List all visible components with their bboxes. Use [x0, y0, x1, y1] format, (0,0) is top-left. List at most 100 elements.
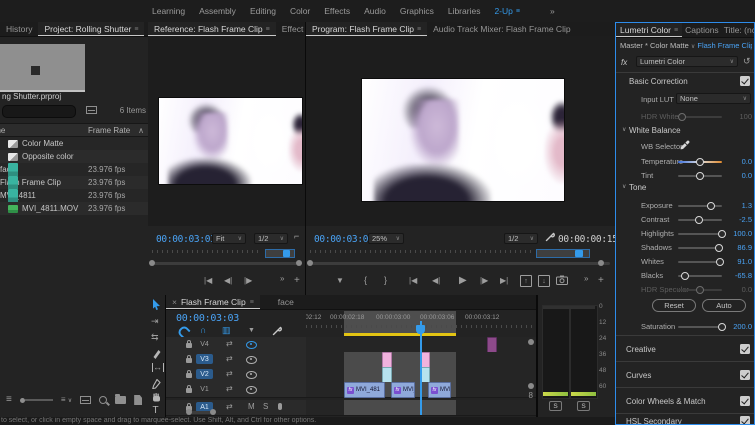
- input-lut-dropdown[interactable]: None∨: [676, 93, 751, 104]
- shadows-slider[interactable]: [678, 247, 722, 249]
- timeline-settings-icon[interactable]: ▥: [222, 326, 231, 335]
- project-search-input[interactable]: [2, 105, 76, 118]
- contrast-slider[interactable]: [678, 219, 722, 221]
- tab-title[interactable]: Title: (nc: [722, 23, 754, 37]
- add-marker-icon[interactable]: ▼: [248, 327, 255, 334]
- lift-button[interactable]: ↑: [520, 275, 532, 287]
- tab-sequence-flash-frame-clip[interactable]: × Flash Frame Clip ≡: [166, 295, 260, 309]
- collapse-caret-icon[interactable]: ∨: [622, 184, 626, 190]
- sync-lock-icon[interactable]: ⇄: [226, 370, 233, 378]
- workspace-tab-audio[interactable]: Audio: [364, 6, 386, 16]
- work-area-bar[interactable]: [344, 333, 456, 336]
- clip-v2-cyan-2[interactable]: [421, 367, 430, 383]
- hscroll-handle-left[interactable]: [186, 409, 192, 415]
- workspace-menu-icon[interactable]: ≡: [516, 8, 520, 15]
- panel-menu-icon[interactable]: ≡: [250, 299, 254, 306]
- program-zoom-dropdown[interactable]: 25%∨: [368, 233, 404, 244]
- mute-button[interactable]: M: [248, 403, 255, 411]
- workspace-tab-libraries[interactable]: Libraries: [448, 6, 481, 16]
- hsl-secondary-checkbox[interactable]: [740, 416, 750, 425]
- hsl-secondary-section[interactable]: HSL Secondary: [616, 413, 754, 425]
- creative-section[interactable]: Creative: [616, 335, 754, 362]
- new-item-icon[interactable]: [134, 395, 142, 405]
- project-row-mvi-4811[interactable]: MVI_4811 23.976 fps: [0, 189, 148, 202]
- track-output-eye-icon[interactable]: [246, 386, 257, 394]
- track-v3-header[interactable]: V3 ⇄: [166, 352, 307, 367]
- collapse-caret-icon[interactable]: ∨: [622, 127, 626, 133]
- timeline-timecode[interactable]: 00:00:03:03: [176, 313, 239, 324]
- slider-knob[interactable]: [707, 202, 715, 210]
- track-v1-header[interactable]: V1 ⇄: [166, 382, 307, 397]
- curves-section[interactable]: Curves: [616, 361, 754, 388]
- tab-audio-track-mixer[interactable]: Audio Track Mixer: Flash Frame Clip: [427, 22, 576, 36]
- track-badge-v2[interactable]: V2: [196, 369, 213, 379]
- extract-button[interactable]: ↓: [538, 275, 550, 287]
- clip-mvi-4811-2[interactable]: fxMVI_: [391, 382, 415, 398]
- reference-timecode[interactable]: 00:00:03:03: [156, 234, 216, 245]
- track-badge-v3[interactable]: V3: [196, 354, 213, 364]
- tone-header[interactable]: Tone: [629, 183, 646, 192]
- reference-video-preview[interactable]: [158, 97, 303, 185]
- creative-checkbox[interactable]: [740, 344, 750, 354]
- lock-icon[interactable]: [186, 358, 192, 363]
- ripple-edit-tool[interactable]: ⇆: [151, 333, 159, 342]
- solo-left-button[interactable]: S: [549, 401, 562, 411]
- reference-zoom-bar[interactable]: [265, 249, 295, 258]
- color-wheels-section[interactable]: Color Wheels & Match: [616, 387, 754, 414]
- basic-correction-header[interactable]: Basic Correction: [629, 77, 688, 86]
- basic-correction-checkbox[interactable]: [740, 76, 750, 86]
- new-bin-icon[interactable]: [115, 396, 126, 404]
- effect-selector-dropdown[interactable]: Lumetri Color∨: [636, 56, 738, 67]
- bin-indicator-icon[interactable]: [86, 106, 97, 114]
- reference-scrubber[interactable]: [150, 262, 302, 265]
- sync-lock-icon[interactable]: ⇄: [226, 403, 233, 411]
- track-v4-header[interactable]: V4 ⇄: [166, 337, 307, 352]
- white-balance-header[interactable]: White Balance: [629, 126, 681, 135]
- whites-slider[interactable]: [678, 261, 722, 263]
- close-tab-icon[interactable]: ×: [172, 297, 177, 307]
- exposure-slider[interactable]: [678, 205, 722, 207]
- step-forward-button[interactable]: |▶: [244, 277, 252, 285]
- sync-lock-icon[interactable]: ⇄: [226, 355, 233, 363]
- workspace-tab-assembly[interactable]: Assembly: [199, 6, 236, 16]
- razor-tool[interactable]: [152, 349, 161, 359]
- tab-project[interactable]: Project: Rolling Shutter ≡: [38, 22, 144, 36]
- program-zoom-bar[interactable]: [536, 249, 590, 258]
- slider-knob[interactable]: [695, 216, 703, 224]
- go-to-in-button[interactable]: |◀: [409, 277, 417, 285]
- go-to-out-button[interactable]: ▶|: [500, 277, 508, 285]
- hscroll-handle-right[interactable]: [210, 409, 216, 415]
- reference-settings-icon[interactable]: ⌐: [294, 232, 299, 241]
- clip-reference-link[interactable]: Flash Frame Clip * Color.: [697, 41, 752, 50]
- solo-button[interactable]: S: [263, 403, 268, 411]
- clip-mvi-4811-1[interactable]: fxMVI_481: [344, 382, 385, 398]
- step-back-button[interactable]: ◀|: [432, 277, 440, 285]
- tint-slider[interactable]: [678, 175, 722, 177]
- clip-mvi-4811-3[interactable]: fxMVI_: [428, 382, 451, 398]
- go-to-in-button[interactable]: |◀: [204, 277, 212, 285]
- reset-effect-icon[interactable]: ↺: [743, 57, 751, 66]
- program-zoom-handle[interactable]: [575, 250, 583, 257]
- blacks-slider[interactable]: [678, 275, 722, 277]
- reset-button[interactable]: Reset: [652, 299, 696, 312]
- track-output-eye-icon[interactable]: [246, 356, 257, 364]
- panel-menu-icon[interactable]: ≡: [134, 26, 138, 33]
- panel-menu-icon[interactable]: ≡: [266, 26, 270, 33]
- list-view-icon[interactable]: ≡: [6, 395, 12, 405]
- play-button[interactable]: ▶: [459, 276, 467, 286]
- tab-sequence-face[interactable]: face: [272, 295, 300, 309]
- track-height-toggle[interactable]: 8: [529, 391, 533, 400]
- workspace-overflow-chevron[interactable]: »: [550, 6, 555, 16]
- track-badge-v1[interactable]: V1: [196, 384, 213, 394]
- project-row-opposite-color[interactable]: Opposite color: [0, 150, 148, 163]
- program-scrubber[interactable]: [308, 262, 610, 265]
- list-header[interactable]: Name Frame Rate ∧: [0, 123, 148, 137]
- linked-selection-icon[interactable]: ∩: [200, 326, 206, 335]
- workspace-tab-effects[interactable]: Effects: [324, 6, 350, 16]
- master-clip-selector[interactable]: Master * Color Matte ∨: [620, 41, 695, 50]
- timeline-vscrollbar[interactable]: 8: [527, 337, 535, 415]
- sort-order-icon[interactable]: ≡ ∨: [61, 396, 72, 404]
- temperature-slider[interactable]: [678, 161, 722, 163]
- column-frame-rate[interactable]: Frame Rate: [88, 126, 130, 135]
- reference-fit-dropdown[interactable]: Fit∨: [212, 233, 246, 244]
